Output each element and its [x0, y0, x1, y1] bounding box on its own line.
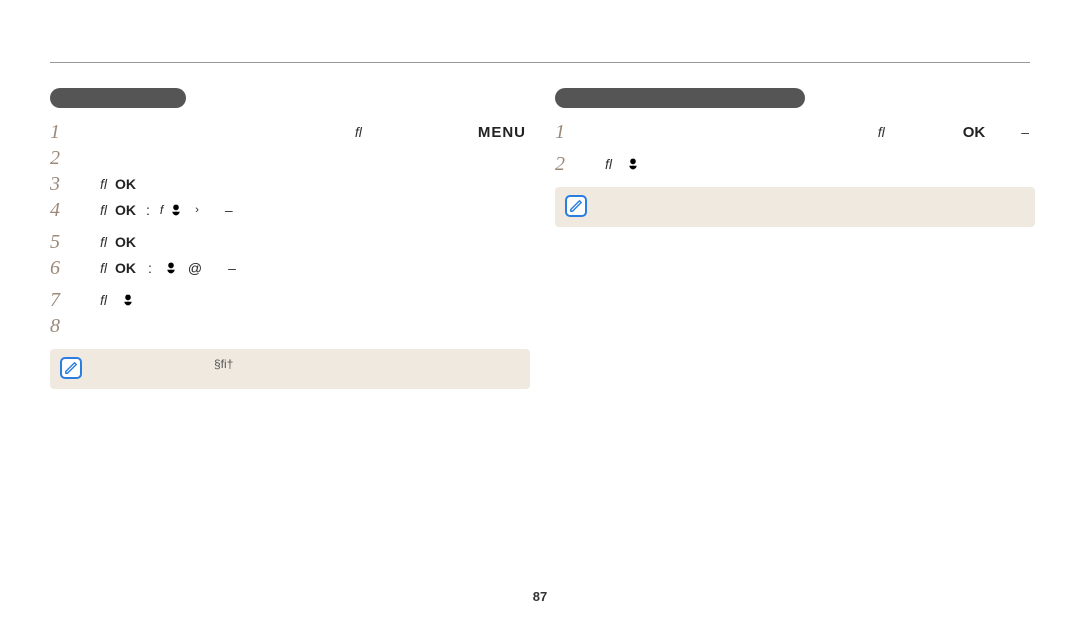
ok-label: OK — [115, 202, 136, 218]
dash: – — [228, 260, 236, 276]
f-glyph: f — [160, 203, 163, 217]
step-number: 2 — [50, 147, 76, 170]
step-number: 8 — [50, 315, 76, 338]
at-glyph: @ — [188, 260, 202, 276]
tulip-icon — [164, 261, 178, 275]
step-number: 6 — [50, 257, 76, 280]
step-row: 2 ﬂ — [555, 151, 1035, 177]
fl-glyph: ﬂ — [100, 202, 107, 218]
note-text: §ﬁ† — [214, 357, 233, 371]
ok-label: OK — [963, 124, 986, 141]
dash: – — [1021, 124, 1029, 140]
right-column: 1 ﬂ OK – 2 ﬂ — [555, 88, 1035, 227]
tulip-icon — [169, 203, 183, 217]
step-number: 1 — [50, 121, 76, 144]
page-number: 87 — [0, 589, 1080, 604]
step-row: 8 — [50, 313, 530, 339]
fl-glyph: ﬂ — [100, 234, 107, 250]
step-row: 6 ﬂ OK : @ – — [50, 255, 530, 281]
step-row: 2 — [50, 145, 530, 171]
step-row: 3 ﬂ OK — [50, 171, 530, 197]
step-row: 1 ﬂ OK – — [555, 119, 1035, 145]
step-number: 1 — [555, 121, 581, 144]
chevron-icon: › — [195, 204, 199, 216]
ok-label: OK — [115, 260, 136, 276]
tulip-icon — [121, 293, 135, 307]
ok-label: OK — [115, 176, 136, 192]
section-pill-left — [50, 88, 186, 108]
ok-label: OK — [115, 234, 136, 250]
step-row: 5 ﬂ OK — [50, 229, 530, 255]
fl-glyph: ﬂ — [355, 124, 362, 140]
section-pill-right — [555, 88, 805, 108]
fl-glyph: ﬂ — [100, 176, 107, 192]
tulip-icon — [626, 157, 640, 171]
step-number: 4 — [50, 199, 76, 222]
step-number: 2 — [555, 153, 581, 176]
fl-glyph: ﬂ — [100, 260, 107, 276]
step-number: 3 — [50, 173, 76, 196]
step-number: 5 — [50, 231, 76, 254]
menu-label: MENU — [478, 124, 526, 141]
header-divider — [50, 62, 1030, 63]
step-row: 1 ﬂ MENU — [50, 119, 530, 145]
note-box — [555, 187, 1035, 227]
fl-glyph: ﬂ — [878, 124, 885, 140]
step-number: 7 — [50, 289, 76, 312]
dash: – — [225, 202, 233, 218]
fl-glyph: ﬂ — [605, 156, 612, 172]
colon: : — [148, 260, 152, 276]
fl-glyph: ﬂ — [100, 292, 107, 308]
note-icon — [60, 357, 82, 379]
note-icon — [565, 195, 587, 217]
left-column: 1 ﬂ MENU 2 3 ﬂ OK 4 ﬂ OK : f › – 5 ﬂ OK … — [50, 88, 530, 389]
step-row: 7 ﬂ — [50, 287, 530, 313]
colon: : — [146, 202, 150, 218]
note-box: §ﬁ† — [50, 349, 530, 389]
step-row: 4 ﬂ OK : f › – — [50, 197, 530, 223]
